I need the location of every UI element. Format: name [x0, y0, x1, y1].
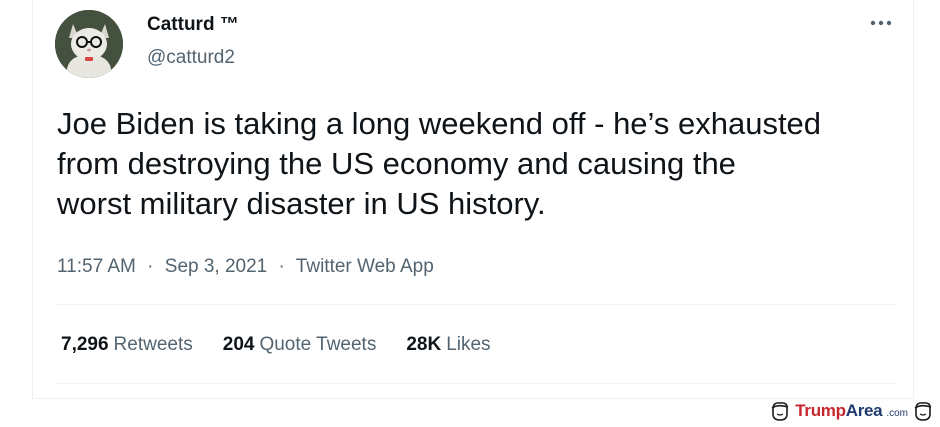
handle[interactable]: @catturd2 [147, 47, 235, 69]
tweet-time[interactable]: 11:57 AM [57, 256, 136, 277]
meta-separator: · [147, 256, 154, 277]
tweet-text: Joe Biden is taking a long weekend off -… [57, 106, 822, 221]
more-horizontal-icon [870, 20, 892, 26]
quote-tweets-stat[interactable]: 204 Quote Tweets [223, 334, 377, 356]
more-options-button[interactable] [863, 12, 899, 40]
stat-label: Likes [446, 334, 491, 355]
meta-separator: · [278, 256, 285, 277]
watermark-brand-part2: Area [845, 401, 883, 420]
watermark-tld: .com [886, 408, 908, 419]
watermark-brand: TrumpArea [795, 401, 882, 421]
stat-label: Quote Tweets [259, 334, 377, 355]
watermark-brand-part1: Trump [795, 401, 846, 420]
tweet-source[interactable]: Twitter Web App [296, 256, 434, 277]
tweet-meta: 11:57 AM · Sep 3, 2021 · Twitter Web App [57, 256, 434, 278]
cat-avatar-icon [55, 10, 123, 78]
retweets-stat[interactable]: 7,296 Retweets [61, 334, 193, 356]
tweet-card: Catturd ™ @catturd2 Joe Biden is taking … [32, 0, 914, 399]
trump-head-icon [771, 402, 789, 421]
trump-head-icon [914, 402, 932, 421]
likes-stat[interactable]: 28K Likes [406, 334, 490, 356]
divider [55, 383, 897, 384]
stat-count: 7,296 [61, 334, 109, 355]
tweet-stats: 7,296 Retweets 204 Quote Tweets 28K Likes [61, 334, 491, 356]
tweet-date[interactable]: Sep 3, 2021 [165, 256, 267, 277]
display-name[interactable]: Catturd ™ [147, 14, 239, 36]
stat-count: 204 [222, 334, 255, 355]
stat-count: 28K [406, 334, 442, 355]
avatar[interactable] [55, 10, 123, 78]
divider [55, 304, 897, 305]
watermark: TrumpArea .com [769, 399, 934, 423]
stat-label: Retweets [113, 334, 193, 355]
